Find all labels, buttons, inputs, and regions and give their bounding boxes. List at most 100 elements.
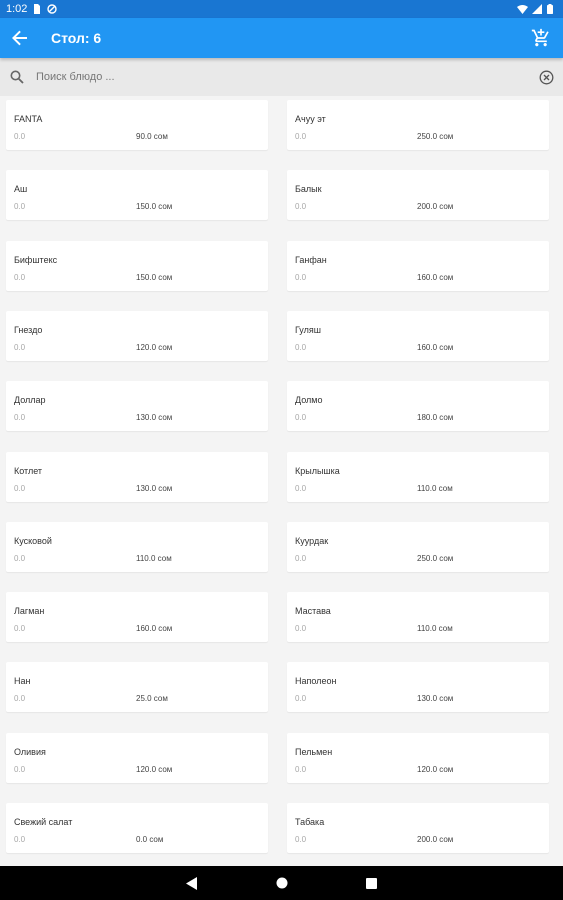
wifi-icon xyxy=(517,4,528,14)
dish-quantity: 0.0 xyxy=(14,835,26,844)
dish-price: 200.0 сом xyxy=(417,835,454,844)
dish-card[interactable]: Балык 0.0 200.0 сом xyxy=(287,170,549,221)
dish-card[interactable]: Крылышка 0.0 110.0 сом xyxy=(287,451,549,502)
dish-name: Ганфан xyxy=(295,254,327,265)
dish-name: Мастава xyxy=(295,606,331,617)
dish-name: Табака xyxy=(295,817,325,827)
dish-quantity: 0.0 xyxy=(295,132,307,141)
dish-quantity: 0.0 xyxy=(14,624,26,634)
dish-price: 130.0 сом xyxy=(417,694,454,704)
dish-name: Нан xyxy=(14,676,31,687)
arrow-back-icon xyxy=(12,30,27,46)
nav-recents-button[interactable] xyxy=(362,873,382,893)
sim-card-icon xyxy=(32,4,42,14)
dish-card[interactable]: Мастава 0.0 110.0 сом xyxy=(287,592,549,643)
blocked-icon xyxy=(47,4,58,14)
dish-price: 120.0 сом xyxy=(136,342,173,352)
clear-icon xyxy=(539,70,553,84)
dish-card[interactable]: Наполеон 0.0 130.0 сом xyxy=(287,662,549,713)
dish-price: 120.0 сом xyxy=(136,764,173,774)
clear-search-button[interactable] xyxy=(531,70,561,85)
status-time: 1:02 xyxy=(6,3,28,15)
dish-price: 250.0 сом xyxy=(417,553,454,563)
dish-card[interactable]: Ганфан 0.0 160.0 сом xyxy=(287,240,549,291)
dish-price: 150.0 сом xyxy=(136,272,173,282)
dish-quantity: 0.0 xyxy=(295,694,307,704)
dish-quantity: 0.0 xyxy=(14,483,26,493)
dish-price: 120.0 сом xyxy=(417,764,454,774)
dish-quantity: 0.0 xyxy=(295,624,307,634)
dish-card[interactable]: Котлет 0.0 130.0 сом xyxy=(6,451,268,502)
dish-card[interactable]: Доллар 0.0 130.0 сом xyxy=(6,381,268,432)
dish-quantity: 0.0 xyxy=(14,132,26,141)
signal-icon xyxy=(532,4,542,14)
dish-card[interactable]: Оливия 0.0 120.0 сом xyxy=(6,732,268,783)
dish-name: Оливия xyxy=(14,746,46,757)
dish-name: Свежий салат xyxy=(14,817,73,827)
dish-name: Пельмен xyxy=(295,746,333,757)
dish-card[interactable]: Куурдак 0.0 250.0 сом xyxy=(287,521,549,572)
dish-price: 0.0 сом xyxy=(136,835,164,844)
dish-card[interactable]: FANTA 0.0 90.0 сом xyxy=(6,100,268,150)
status-bar: 1:02 xyxy=(0,0,563,18)
dish-quantity: 0.0 xyxy=(295,342,307,352)
dish-quantity: 0.0 xyxy=(295,483,307,493)
dish-card[interactable]: Ачуу эт 0.0 250.0 сом xyxy=(287,100,549,150)
app-bar: Стол: 6 xyxy=(0,18,563,58)
dish-card[interactable]: Кусковой 0.0 110.0 сом xyxy=(6,521,268,572)
dish-price: 110.0 сом xyxy=(136,553,172,563)
nav-home-button[interactable] xyxy=(272,873,292,893)
dish-name: Гнездо xyxy=(14,324,43,335)
dish-quantity: 0.0 xyxy=(14,764,26,774)
dish-name: Котлет xyxy=(14,465,43,476)
dish-card[interactable]: Табака 0.0 200.0 сом xyxy=(287,803,549,853)
dish-price: 160.0 сом xyxy=(417,342,454,352)
dish-quantity: 0.0 xyxy=(14,342,26,352)
dish-quantity: 0.0 xyxy=(295,553,307,563)
dish-name: Наполеон xyxy=(295,676,337,687)
page-title: Стол: 6 xyxy=(51,30,102,46)
dish-card[interactable]: Долмо 0.0 180.0 сом xyxy=(287,381,549,432)
dish-name: Ачуу эт xyxy=(295,114,326,124)
dish-name: Бифштекс xyxy=(14,254,58,265)
dish-quantity: 0.0 xyxy=(295,835,307,844)
cart-button[interactable] xyxy=(521,18,561,58)
dish-card[interactable]: Бифштекс 0.0 150.0 сом xyxy=(6,240,268,291)
dish-price: 130.0 сом xyxy=(136,483,173,493)
circle-home-icon xyxy=(276,877,287,889)
dish-quantity: 0.0 xyxy=(295,764,307,774)
dish-name: Доллар xyxy=(14,395,46,406)
dish-card[interactable]: Нан 0.0 25.0 сом xyxy=(6,662,268,713)
dish-quantity: 0.0 xyxy=(295,272,307,282)
dish-card[interactable]: Пельмен 0.0 120.0 сом xyxy=(287,732,549,783)
back-button[interactable] xyxy=(0,18,40,58)
dish-card[interactable]: Гуляш 0.0 160.0 сом xyxy=(287,310,549,361)
dish-card[interactable]: Гнездо 0.0 120.0 сом xyxy=(6,310,268,361)
dish-card[interactable]: Свежий салат 0.0 0.0 сом xyxy=(6,803,268,853)
add-shopping-cart-icon xyxy=(531,28,549,47)
dish-price: 200.0 сом xyxy=(417,202,454,212)
dish-name: FANTA xyxy=(14,114,43,124)
dish-quantity: 0.0 xyxy=(295,202,307,212)
dish-name: Кусковой xyxy=(14,535,52,546)
search-bar xyxy=(0,58,563,96)
nav-back-button[interactable] xyxy=(182,873,202,893)
dish-quantity: 0.0 xyxy=(14,272,26,282)
dish-name: Долмо xyxy=(295,395,323,406)
search-input[interactable] xyxy=(32,71,512,83)
dish-card[interactable]: Аш 0.0 150.0 сом xyxy=(6,170,268,221)
battery-icon xyxy=(547,4,557,14)
dish-price: 25.0 сом xyxy=(136,694,168,704)
dish-price: 90.0 сом xyxy=(136,132,168,141)
dish-price: 150.0 сом xyxy=(136,202,173,212)
dish-name: Гуляш xyxy=(295,324,321,335)
dish-quantity: 0.0 xyxy=(14,553,26,563)
dish-card[interactable]: Лагман 0.0 160.0 сом xyxy=(6,592,268,643)
search-icon xyxy=(2,70,32,84)
dish-quantity: 0.0 xyxy=(14,202,26,212)
dish-quantity: 0.0 xyxy=(14,413,26,423)
dish-name: Аш xyxy=(14,184,28,195)
dish-name: Куурдак xyxy=(295,535,329,546)
dish-name: Крылышка xyxy=(295,465,340,476)
dish-name: Балык xyxy=(295,184,322,195)
